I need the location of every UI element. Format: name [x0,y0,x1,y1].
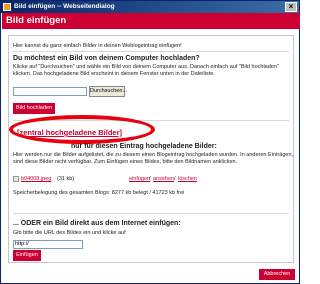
dialog-header: Bild einfügen [2,13,300,29]
highlight-ellipse [9,115,155,144]
divider [13,51,289,52]
image-file-icon [13,176,19,182]
window-title: Bild einfügen -- Webseitendialog [14,3,115,10]
delete-file-link[interactable]: löschen [178,176,197,182]
image-url-input[interactable]: http:// [13,240,83,249]
uploaded-heading: nur für diesen Eintrag hochgeladene Bild… [71,143,217,150]
action-separator: / [149,176,151,182]
uploaded-desc-line1: Hier werden nur die Bilder aufgelistet, … [13,152,294,158]
file-path-input[interactable] [13,87,87,96]
window-app-icon [3,3,11,11]
upload-heading: Du möchtest ein Bild von deinem Computer… [13,55,200,62]
window-close-button[interactable]: × [285,2,297,12]
internet-desc: Gib bitte die URL des Bildes ein und kli… [13,230,126,236]
insert-file-link[interactable]: einfügen [129,176,150,182]
divider [13,213,289,214]
upload-button[interactable]: Bild hochladen [13,103,55,114]
upload-desc-line1: Klicke auf "Durchsuchen" und wähle ein B… [13,64,279,70]
dialog-title: Bild einfügen [6,15,67,26]
browse-button[interactable]: Durchsuchen... [89,86,127,97]
view-file-link[interactable]: ansehen [153,176,174,182]
file-name-link[interactable]: b04008.jpeg [21,176,51,182]
content-panel: Hier kannst du ganz einfach Bilder in de… [8,35,294,263]
uploaded-desc-line2: sind diese Bilder nicht verfügbar. Zum E… [13,159,238,165]
internet-heading: ... ODER ein Bild direkt aus dem Interne… [13,220,181,227]
action-separator: / [174,176,176,182]
intro-text: Hier kannst du ganz einfach Bilder in de… [13,43,182,49]
insert-url-button[interactable]: Einfügen [13,250,41,261]
cancel-button[interactable]: Abbrechen [259,269,295,280]
storage-usage: Speicherbelegung des gesamten Blogs: 827… [13,190,185,196]
file-size: (31 kb) [57,176,75,182]
window-titlebar[interactable]: Bild einfügen -- Webseitendialog × [1,1,299,13]
dialog-window: Bild einfügen -- Webseitendialog × Bild … [0,0,300,284]
upload-desc-line2: klicken. Das hochgeladene Bild erscheint… [13,71,215,77]
